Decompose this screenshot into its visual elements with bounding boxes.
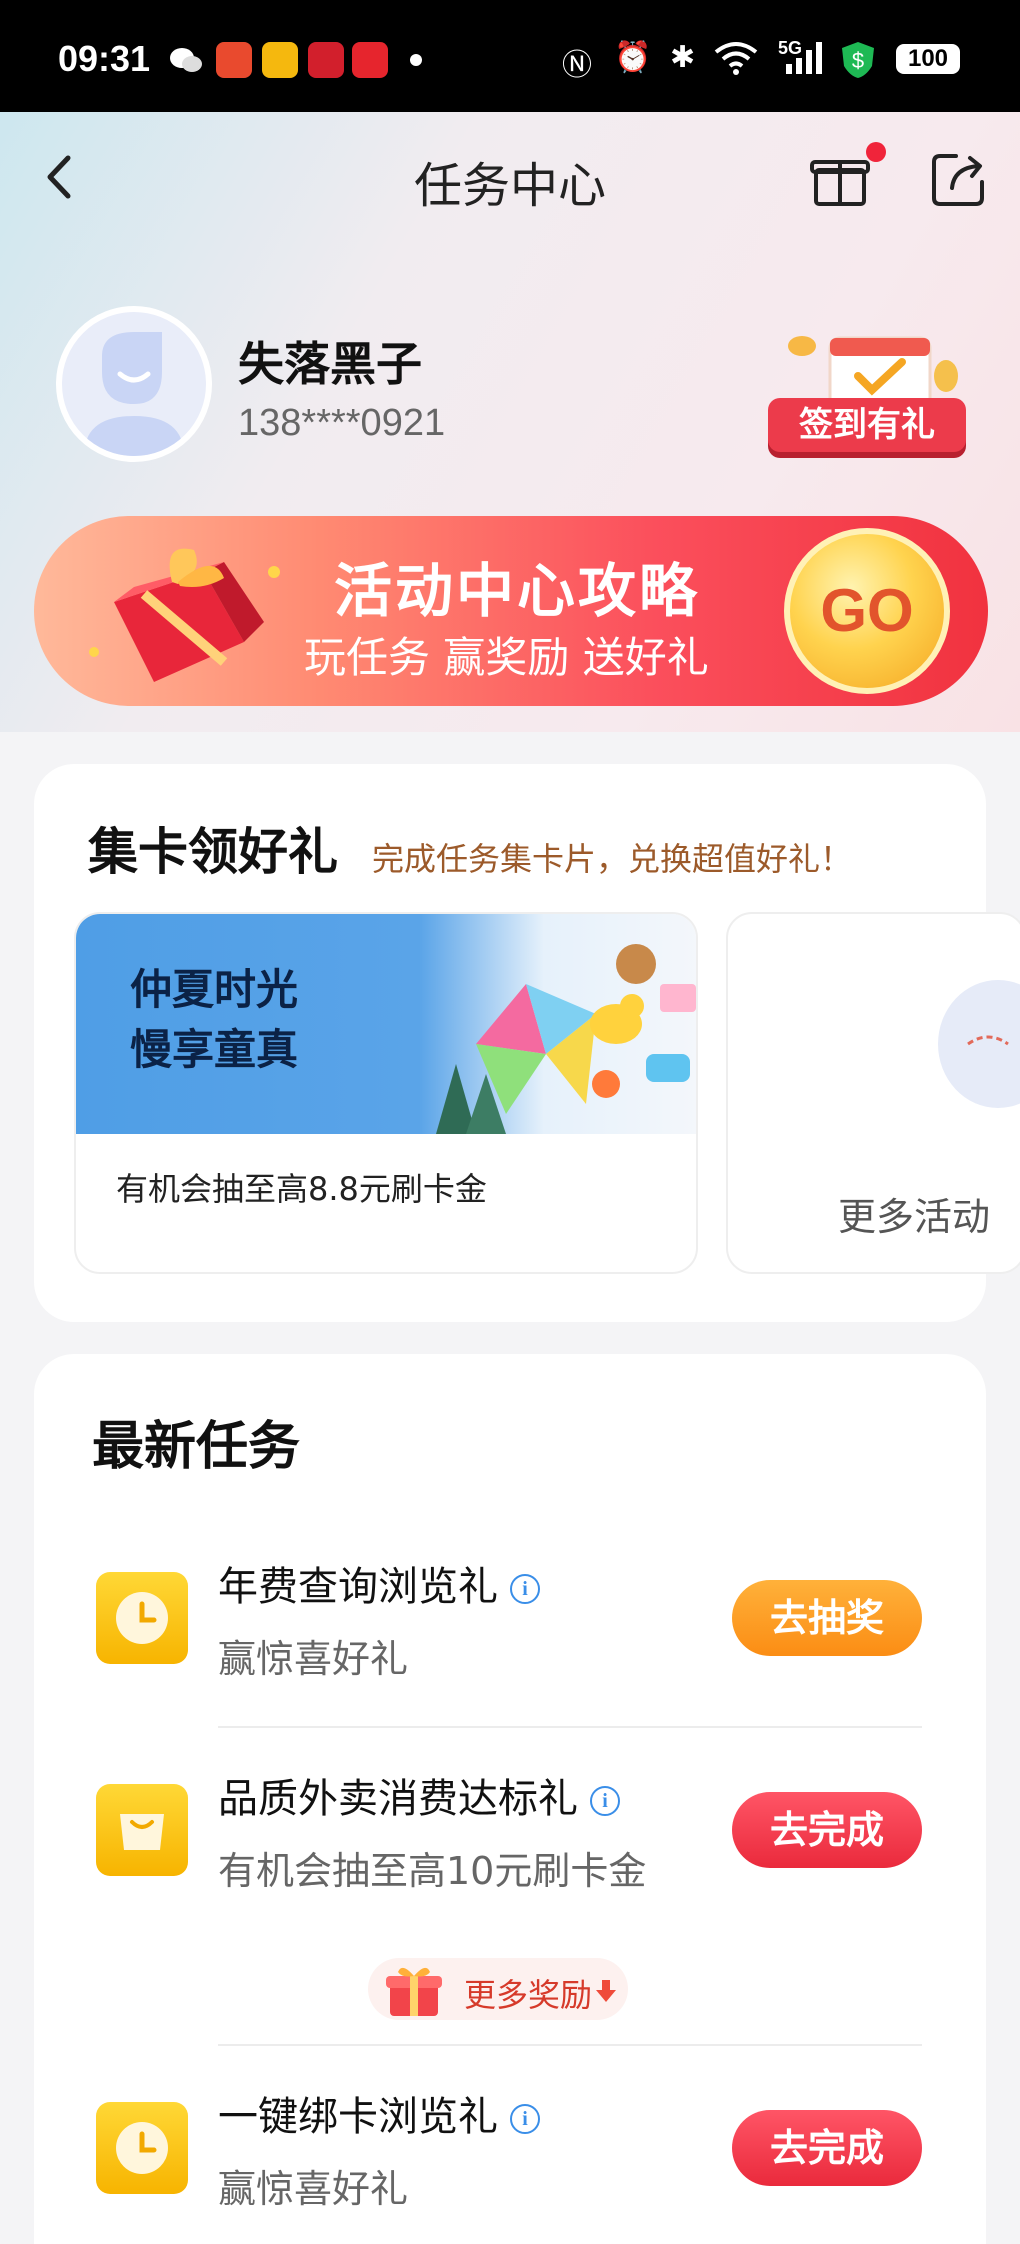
task-description: 有机会抽至高10元刷卡金	[218, 1849, 647, 1893]
info-icon[interactable]: i	[510, 1574, 540, 1604]
more-activities-label: 更多活动	[838, 1195, 991, 1239]
notification-dot	[866, 142, 886, 162]
more-rewards-button[interactable]: 更多奖励	[368, 1958, 628, 2020]
more-activities-illustration-icon	[938, 980, 1020, 1108]
info-icon[interactable]: i	[590, 1786, 620, 1816]
bluetooth-icon: ✱	[670, 41, 696, 74]
go-complete-button[interactable]: 去完成	[732, 1792, 922, 1868]
more-dot-icon	[410, 54, 422, 66]
task-name: 年费查询浏览礼 i	[218, 1554, 540, 1612]
user-name: 失落黑子	[238, 337, 422, 391]
signin-reward-label[interactable]: 签到有礼	[768, 398, 966, 452]
security-shield-icon: $	[838, 40, 878, 88]
alarm-icon: ⏰	[614, 41, 652, 74]
more-activities-card[interactable]: 更多活动	[726, 912, 1020, 1274]
status-bar: 09:31 Ⓝ ⏰ ✱ 5G $ 100	[0, 0, 1020, 112]
latest-tasks-section: 最新任务 年费查询浏览礼 i 赢惊喜好礼 去抽奖 品质外卖消费达标礼 i 有机会抽至…	[34, 1354, 986, 2244]
latest-tasks-title: 最新任务	[92, 1417, 301, 1477]
svg-text:$: $	[852, 48, 864, 73]
gift-box-illustration-icon	[89, 548, 280, 682]
task-list: 年费查询浏览礼 i 赢惊喜好礼 去抽奖 品质外卖消费达标礼 i 有机会抽至高10元刷…	[62, 1514, 950, 2244]
battery-indicator: 100	[896, 44, 960, 74]
share-icon[interactable]	[930, 150, 988, 208]
mail-icon	[262, 42, 298, 78]
activity-card[interactable]: 仲夏时光 慢享童真 有机会抽至高8.8元刷卡金	[74, 912, 698, 1274]
arrow-down-icon	[596, 1980, 616, 2002]
app-icon-1	[216, 42, 252, 78]
card-collect-section: 集卡领好礼 完成任务集卡片，兑换超值好礼！ 仲夏时光 慢享童真 有机会抽至高8.…	[34, 764, 1020, 1322]
banner-subtitle: 玩任务 赢奖励 送好礼	[304, 633, 709, 682]
task-description: 赢惊喜好礼	[218, 2167, 409, 2211]
navigation-bar: 任务中心	[0, 112, 1020, 242]
go-complete-button[interactable]: 去完成	[732, 2110, 922, 2186]
activity-title-line1: 仲夏时光	[130, 965, 299, 1014]
more-rewards-label: 更多奖励	[464, 1976, 593, 2014]
card-collect-subtitle: 完成任务集卡片，兑换超值好礼！	[372, 840, 853, 878]
draw-lottery-button[interactable]: 去抽奖	[732, 1580, 922, 1656]
task-name: 一键绑卡浏览礼 i	[218, 2084, 540, 2142]
avatar[interactable]	[56, 306, 212, 462]
task-description: 赢惊喜好礼	[218, 1637, 409, 1681]
gift-box-icon[interactable]	[810, 148, 870, 208]
gift-icon	[386, 1967, 442, 2016]
shopping-bag-icon	[96, 1784, 188, 1876]
wechat-icon	[168, 42, 204, 78]
activity-caption: 有机会抽至高8.8元刷卡金	[116, 1170, 487, 1208]
info-icon[interactable]: i	[510, 2104, 540, 2134]
clock-icon	[96, 2102, 188, 2194]
app-icon-2	[352, 42, 388, 78]
status-time: 09:31	[58, 38, 151, 79]
task-name: 品质外卖消费达标礼 i	[218, 1766, 620, 1824]
activity-guide-banner[interactable]: 活动中心攻略 玩任务 赢奖励 送好礼 GO	[34, 516, 988, 706]
unionpay-icon	[308, 42, 344, 78]
card-collect-title: 集卡领好礼	[88, 823, 338, 881]
wifi-icon	[712, 40, 760, 84]
signal-icon	[784, 40, 824, 84]
activity-title-line2: 慢享童真	[130, 1025, 299, 1074]
go-button[interactable]: GO	[784, 528, 950, 694]
activity-image: 仲夏时光 慢享童真	[76, 914, 696, 1134]
divider	[218, 2044, 922, 2046]
divider	[218, 1726, 922, 1728]
banner-title: 活动中心攻略	[334, 557, 701, 625]
clock-icon	[96, 1572, 188, 1664]
nfc-icon: Ⓝ	[562, 49, 592, 82]
user-phone: 138****0921	[238, 402, 446, 444]
